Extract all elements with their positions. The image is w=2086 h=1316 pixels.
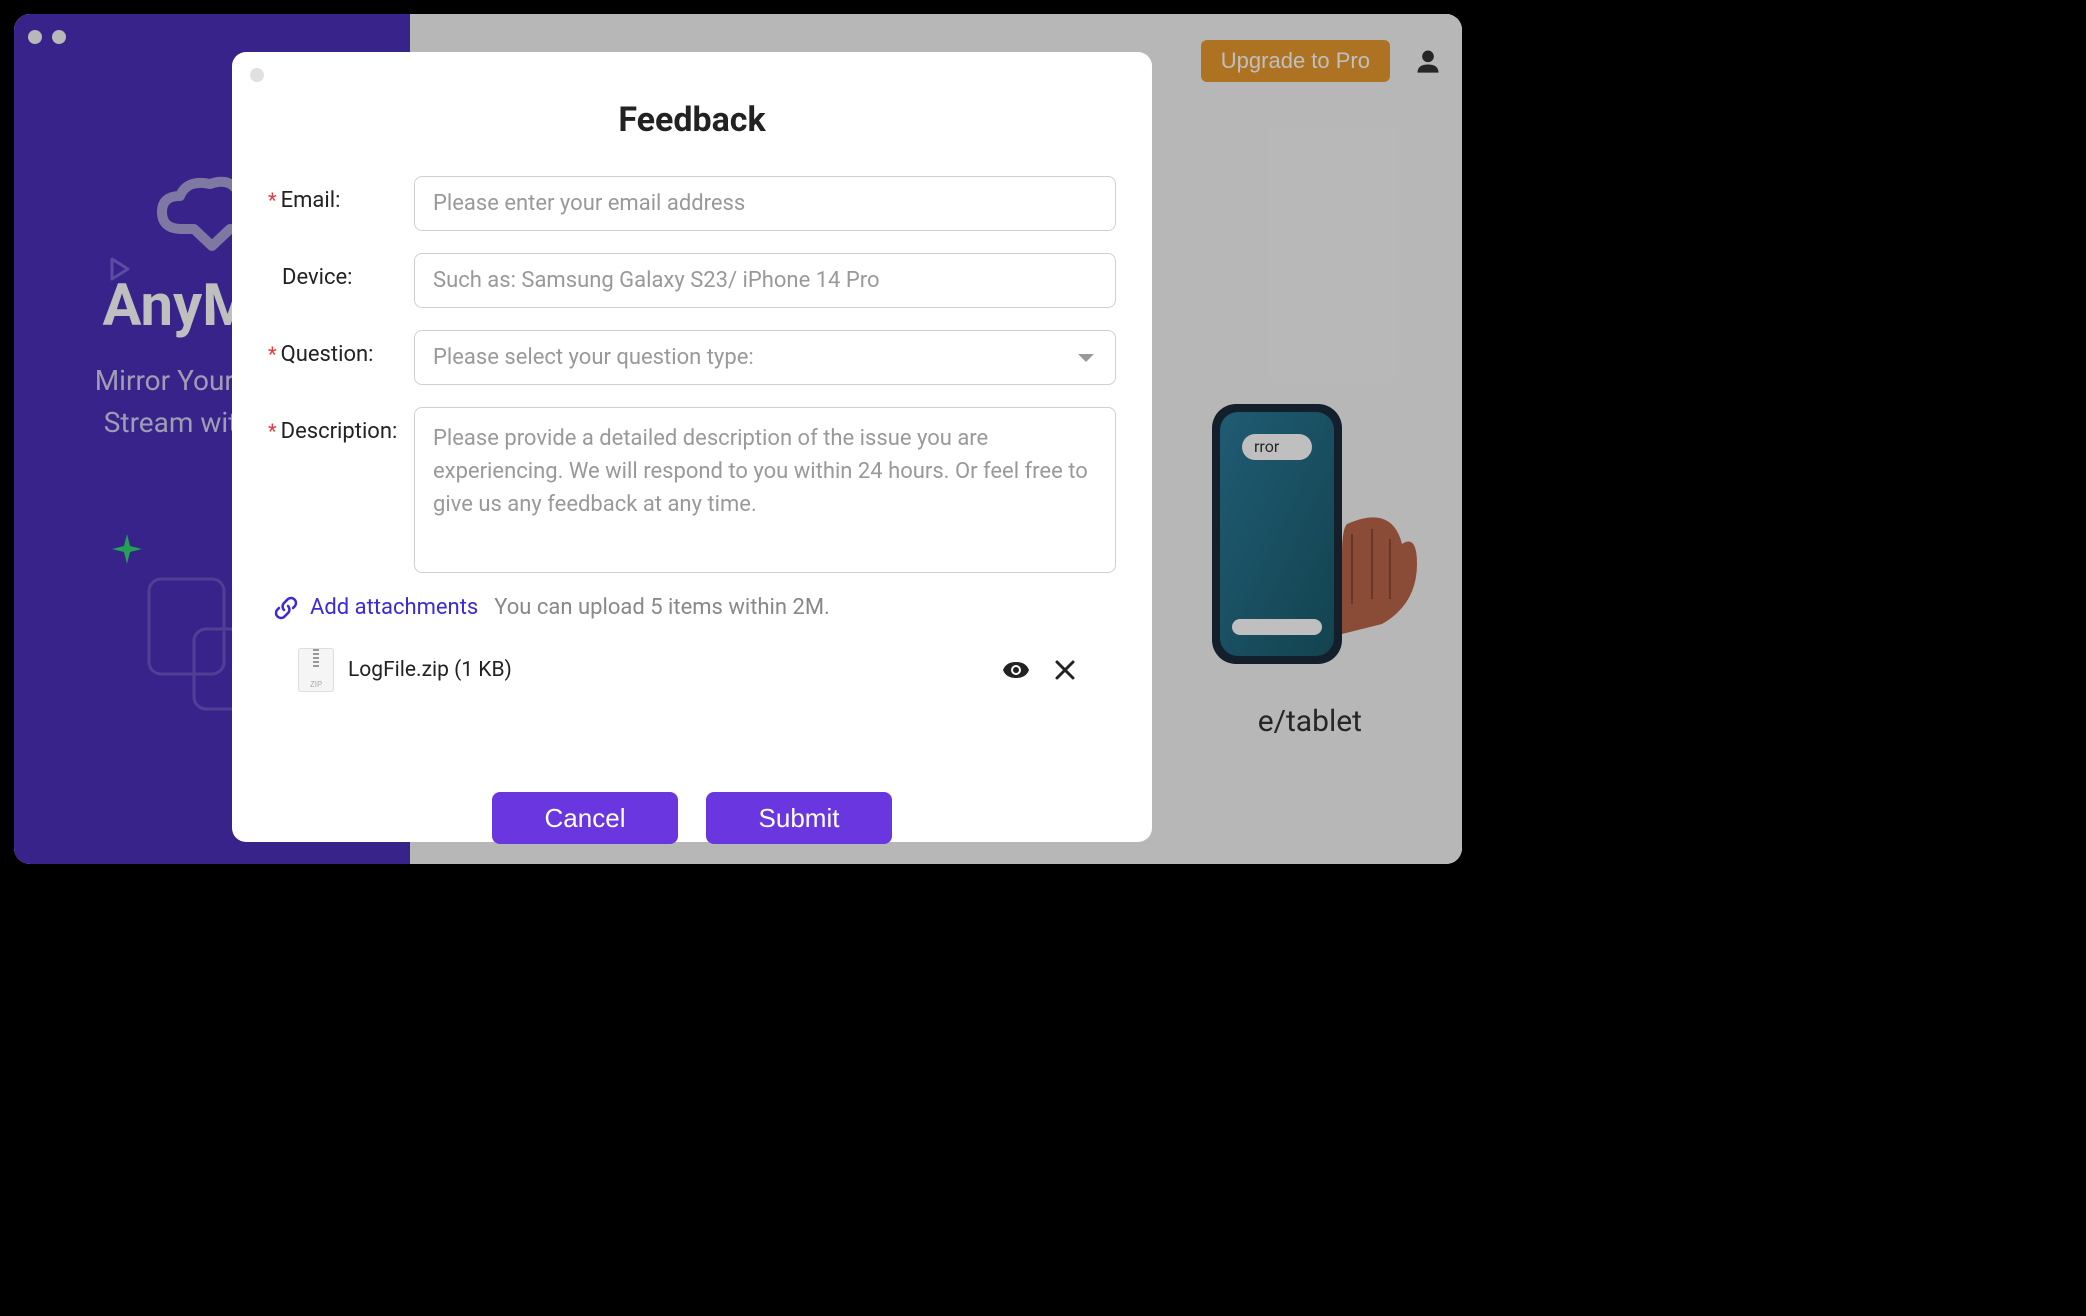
device-row: Device: xyxy=(268,253,1116,308)
remove-attachment-icon[interactable] xyxy=(1054,659,1076,681)
required-asterisk: * xyxy=(268,419,277,443)
add-attachments-label: Add attachments xyxy=(310,595,478,620)
zip-file-icon xyxy=(298,648,334,692)
submit-button[interactable]: Submit xyxy=(706,792,892,844)
question-row: * Question: Please select your question … xyxy=(268,330,1116,385)
email-input[interactable] xyxy=(414,176,1116,231)
link-icon xyxy=(274,596,298,620)
question-label: * Question: xyxy=(268,330,414,367)
description-label: * Description: xyxy=(268,407,414,444)
required-asterisk: * xyxy=(268,188,277,212)
modal-close-icon[interactable] xyxy=(250,68,264,82)
window-controls xyxy=(28,30,66,44)
device-label: Device: xyxy=(268,253,414,290)
attachments-hint: You can upload 5 items within 2M. xyxy=(494,595,830,620)
modal-actions: Cancel Submit xyxy=(268,792,1116,844)
device-input[interactable] xyxy=(414,253,1116,308)
attachments-section: Add attachments You can upload 5 items w… xyxy=(268,595,1116,620)
description-textarea[interactable] xyxy=(414,407,1116,573)
question-select[interactable]: Please select your question type: xyxy=(414,330,1116,385)
email-label: * Email: xyxy=(268,176,414,213)
cancel-button[interactable]: Cancel xyxy=(492,792,678,844)
attachment-filename: LogFile.zip (1 KB) xyxy=(348,658,988,682)
email-row: * Email: xyxy=(268,176,1116,231)
add-attachments-link[interactable]: Add attachments xyxy=(274,595,478,620)
preview-icon[interactable] xyxy=(1002,660,1030,680)
modal-title: Feedback xyxy=(268,100,1116,140)
required-asterisk: * xyxy=(268,342,277,366)
minimize-window-icon[interactable] xyxy=(52,30,66,44)
attachment-item: LogFile.zip (1 KB) xyxy=(268,648,1116,692)
description-row: * Description: xyxy=(268,407,1116,573)
app-window: AnyMiro Mirror Your Device, Stream with … xyxy=(14,14,1462,864)
feedback-modal: Feedback * Email: Device: * Question: Pl… xyxy=(232,52,1152,842)
close-window-icon[interactable] xyxy=(28,30,42,44)
